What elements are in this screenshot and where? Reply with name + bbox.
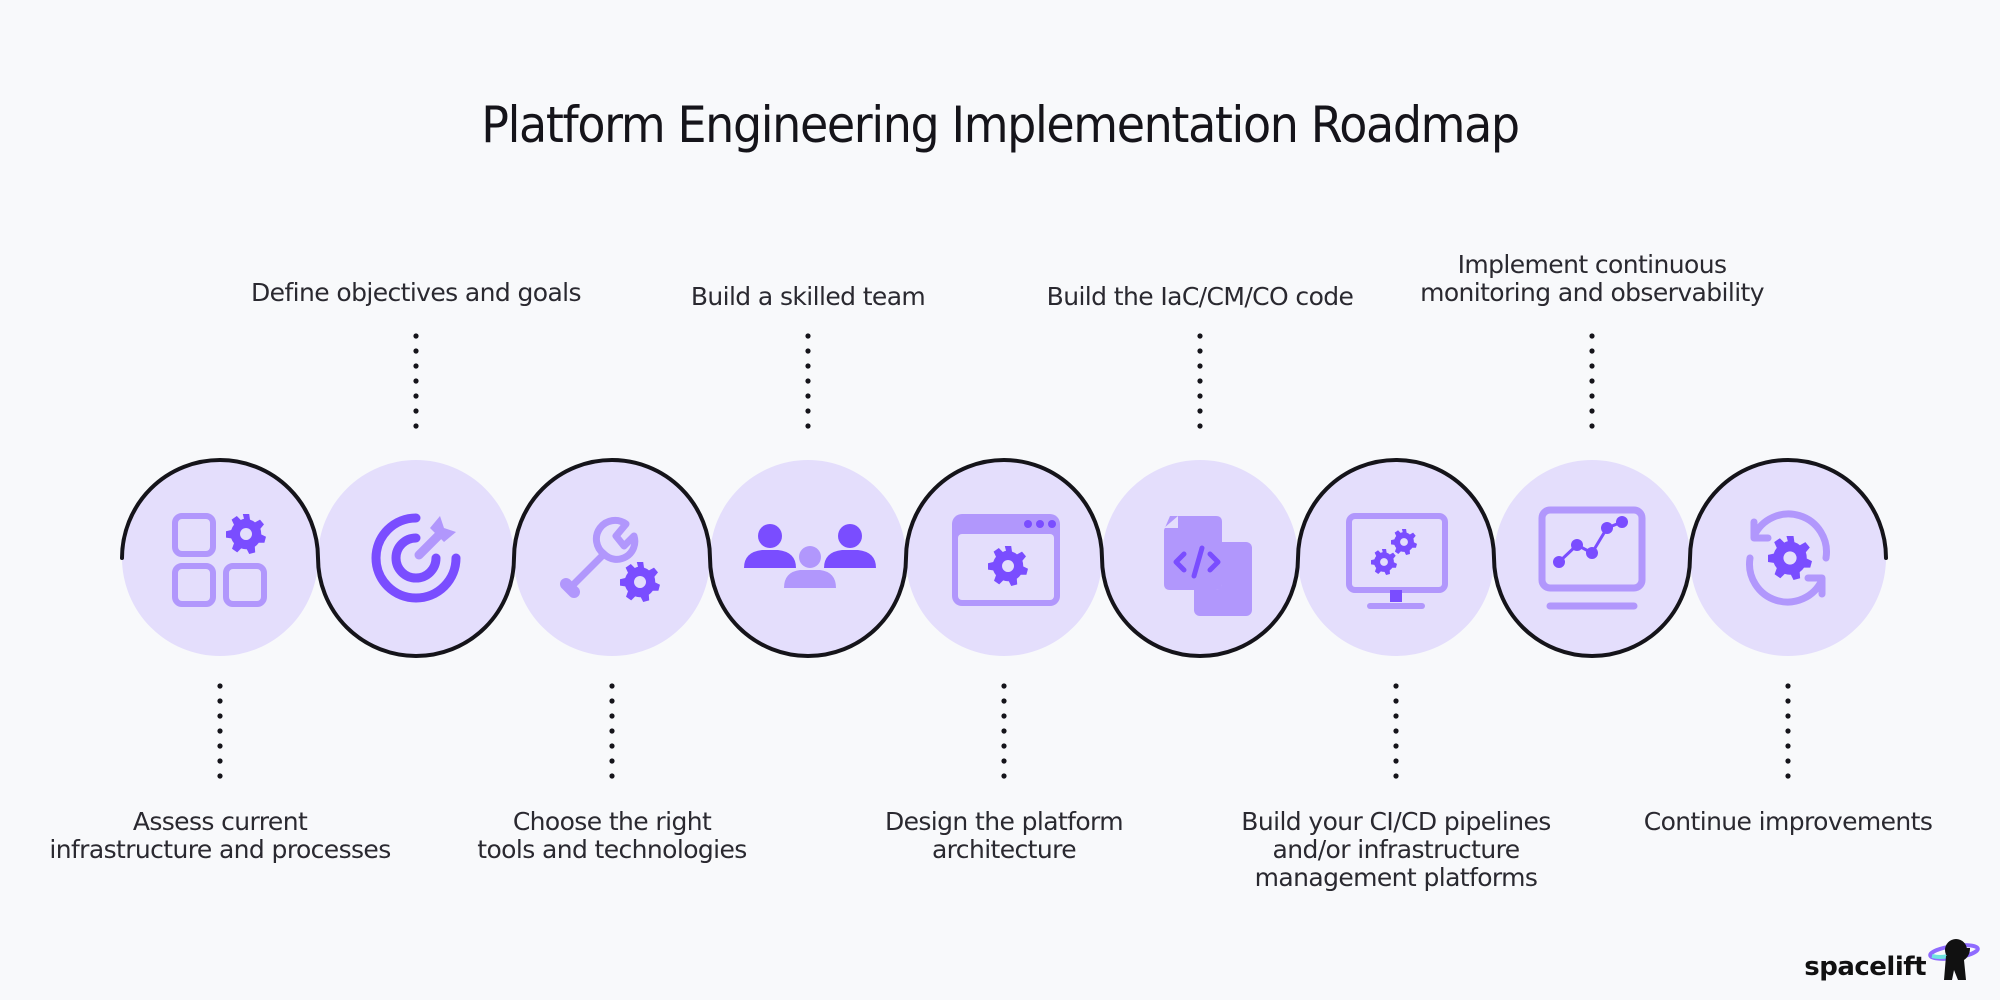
dotted-connector bbox=[1001, 683, 1007, 779]
logo-text: spacelift bbox=[1804, 952, 1926, 982]
step-label: Define objectives and goals bbox=[251, 278, 582, 307]
dotted-connector bbox=[1393, 683, 1399, 779]
step-label: Implement continuous monitoring and obse… bbox=[1420, 250, 1764, 307]
dotted-connector bbox=[1197, 333, 1203, 429]
astronaut-planet-icon bbox=[1928, 939, 1980, 980]
spacelift-logo: spacelift bbox=[1804, 938, 1982, 982]
step-label: Build the IaC/CM/CO code bbox=[1046, 282, 1354, 311]
step-label: Choose the right tools and technologies bbox=[477, 807, 747, 864]
dotted-connector bbox=[609, 683, 615, 779]
step-label: Build a skilled team bbox=[690, 282, 926, 311]
dotted-connector bbox=[805, 333, 811, 429]
dotted-connector bbox=[413, 333, 419, 429]
browser-gear-icon bbox=[952, 514, 1060, 606]
dotted-connector bbox=[1785, 683, 1791, 779]
step-label: Assess current infrastructure and proces… bbox=[49, 807, 391, 864]
step-label: Design the platform architecture bbox=[884, 807, 1124, 864]
step-label: Continue improvements bbox=[1643, 807, 1933, 836]
step-label: Build your CI/CD pipelines and/or infras… bbox=[1241, 807, 1551, 892]
dotted-connector bbox=[1589, 333, 1595, 429]
dotted-connector bbox=[217, 683, 223, 779]
